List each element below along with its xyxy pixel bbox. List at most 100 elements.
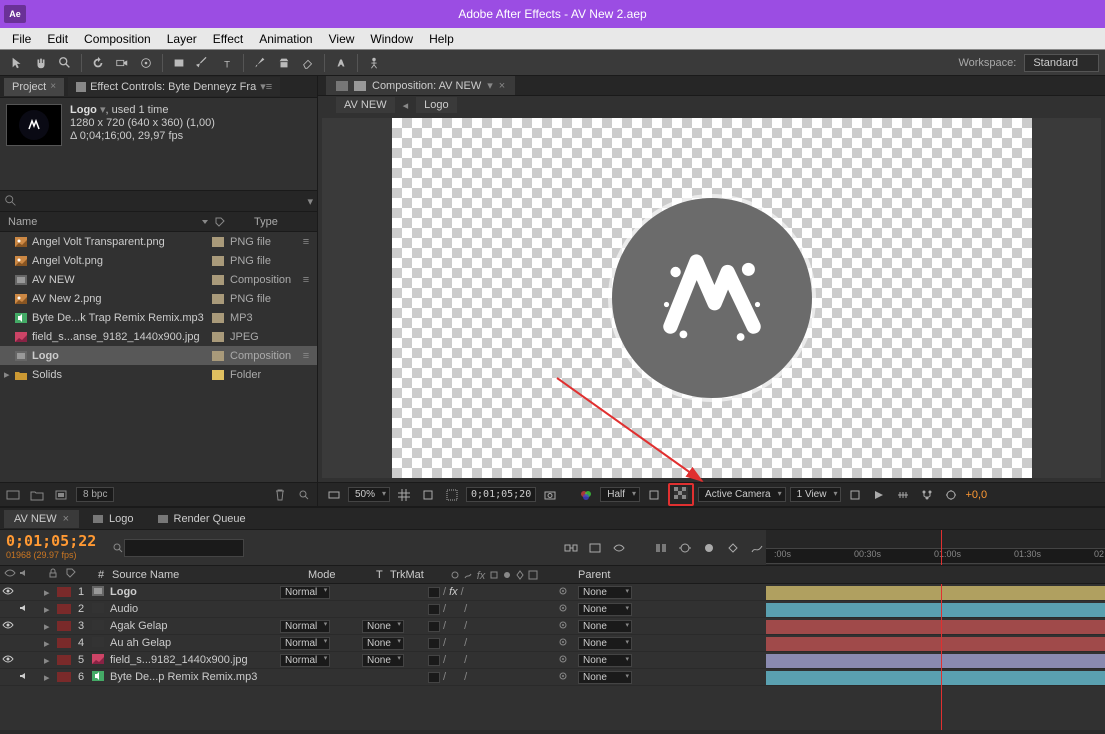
menu-edit[interactable]: Edit <box>39 30 76 48</box>
grid-button[interactable] <box>394 486 414 504</box>
type-tool[interactable]: T <box>216 53 238 73</box>
playhead[interactable] <box>941 530 942 565</box>
project-item[interactable]: LogoComposition≡ <box>0 346 317 365</box>
pen-tool[interactable] <box>192 53 214 73</box>
always-preview-button[interactable] <box>324 486 344 504</box>
rotation-tool[interactable] <box>87 53 109 73</box>
menu-window[interactable]: Window <box>362 30 421 48</box>
menubar: FileEditCompositionLayerEffectAnimationV… <box>0 28 1105 50</box>
views-dropdown[interactable]: 1 View <box>790 487 842 502</box>
brainstorm-button[interactable] <box>700 540 718 556</box>
mask-button[interactable] <box>442 486 462 504</box>
speaker-icon <box>19 568 29 578</box>
breadcrumb-item[interactable]: Logo <box>416 97 456 113</box>
project-item[interactable]: Angel Volt.pngPNG file <box>0 251 317 270</box>
project-item[interactable]: AV NEWComposition≡ <box>0 270 317 289</box>
playhead-line[interactable] <box>941 584 942 730</box>
layer-bar[interactable] <box>766 654 1105 668</box>
menu-composition[interactable]: Composition <box>76 30 159 48</box>
pixel-aspect-button[interactable] <box>845 486 865 504</box>
channel-button[interactable] <box>576 486 596 504</box>
timeline-tab[interactable]: Logo <box>83 510 143 528</box>
draft-3d-button[interactable] <box>586 540 604 556</box>
panel-icon <box>76 82 86 92</box>
layer-bar[interactable] <box>766 603 1105 617</box>
selection-tool[interactable] <box>6 53 28 73</box>
workspace-dropdown[interactable]: Standard <box>1024 54 1099 72</box>
menu-view[interactable]: View <box>321 30 363 48</box>
layer-bar[interactable] <box>766 620 1105 634</box>
frame-blend-button[interactable] <box>652 540 670 556</box>
column-name[interactable]: Name <box>8 216 200 228</box>
zoom-dropdown[interactable]: 50% <box>348 487 390 502</box>
titlebar: Ae Adobe After Effects - AV New 2.aep <box>0 0 1105 28</box>
rectangle-tool[interactable] <box>168 53 190 73</box>
column-type[interactable]: Type <box>254 216 278 228</box>
shy-button[interactable] <box>610 540 628 556</box>
effect-controls-tab[interactable]: Effect Controls: Byte Denneyz Fra▾≡ <box>68 77 280 96</box>
menu-file[interactable]: File <box>4 30 39 48</box>
delete-button[interactable] <box>271 487 289 503</box>
bpc-indicator[interactable]: 8 bpc <box>76 487 114 502</box>
project-item[interactable]: ▸SolidsFolder <box>0 365 317 384</box>
layer-bar[interactable] <box>766 586 1105 600</box>
pan-behind-tool[interactable] <box>135 53 157 73</box>
camera-tool[interactable] <box>111 53 133 73</box>
auto-keyframe-button[interactable] <box>724 540 742 556</box>
graph-editor-button[interactable] <box>748 540 766 556</box>
hand-tool[interactable] <box>30 53 52 73</box>
project-item[interactable]: field_s...anse_9182_1440x900.jpgJPEG <box>0 327 317 346</box>
clone-stamp-tool[interactable] <box>273 53 295 73</box>
sort-icon[interactable] <box>200 217 210 227</box>
roto-brush-tool[interactable] <box>330 53 352 73</box>
zoom-tool[interactable] <box>54 53 76 73</box>
new-folder-button[interactable] <box>28 487 46 503</box>
viewer-controls: 50% 0;01;05;20 Half Active Camera 1 View… <box>318 482 1105 506</box>
camera-dropdown[interactable]: Active Camera <box>698 487 786 502</box>
reset-exposure-button[interactable] <box>941 486 961 504</box>
interpret-footage-button[interactable] <box>4 487 22 503</box>
close-icon[interactable]: × <box>499 80 505 92</box>
project-tab[interactable]: Project× <box>4 78 64 96</box>
motion-blur-button[interactable] <box>676 540 694 556</box>
project-search-input[interactable] <box>18 195 307 207</box>
comp-mini-flowchart-button[interactable] <box>562 540 580 556</box>
brush-tool[interactable] <box>249 53 271 73</box>
composition-viewer[interactable] <box>322 118 1101 478</box>
project-item[interactable]: Angel Volt Transparent.pngPNG file≡ <box>0 232 317 251</box>
menu-help[interactable]: Help <box>421 30 462 48</box>
project-list[interactable]: Angel Volt Transparent.pngPNG file≡Angel… <box>0 232 317 482</box>
menu-layer[interactable]: Layer <box>159 30 205 48</box>
close-icon[interactable]: × <box>50 81 56 92</box>
layer-bar[interactable] <box>766 671 1105 685</box>
timeline-tab[interactable]: Render Queue <box>148 510 256 528</box>
timeline-tab[interactable]: AV NEW× <box>4 510 79 528</box>
layer-bar[interactable] <box>766 637 1105 651</box>
exposure-value[interactable]: +0,0 <box>965 489 987 501</box>
search-footer-button[interactable] <box>295 487 313 503</box>
guides-button[interactable] <box>418 486 438 504</box>
puppet-tool[interactable] <box>363 53 385 73</box>
menu-animation[interactable]: Animation <box>251 30 320 48</box>
timeline-panel: AV NEW×LogoRender Queue 0;01;05;22 01968… <box>0 506 1105 730</box>
new-comp-button[interactable] <box>52 487 70 503</box>
project-item[interactable]: AV New 2.pngPNG file <box>0 289 317 308</box>
roi-button[interactable] <box>644 486 664 504</box>
project-item[interactable]: Byte De...k Trap Remix Remix.mp3MP3 <box>0 308 317 327</box>
dropdown-icon[interactable]: ▾ <box>307 195 313 208</box>
eraser-tool[interactable] <box>297 53 319 73</box>
breadcrumb-item[interactable]: AV NEW <box>336 97 395 113</box>
timeline-timecode[interactable]: 0;01;05;22 <box>6 532 100 550</box>
timeline-ruler[interactable]: :00s00:30s01:00s01:30s02 <box>766 530 1105 565</box>
fast-preview-button[interactable] <box>869 486 889 504</box>
menu-effect[interactable]: Effect <box>205 30 251 48</box>
timeline-layers[interactable]: ▸ 1 Logo Normal /fx/ None ▸ 2 Audio // N… <box>0 584 1105 730</box>
current-time[interactable]: 0;01;05;20 <box>466 487 536 502</box>
snapshot-button[interactable] <box>540 486 560 504</box>
transparency-grid-button[interactable] <box>668 483 694 506</box>
timeline-button[interactable] <box>893 486 913 504</box>
comp-flowchart-button[interactable] <box>917 486 937 504</box>
timeline-search-input[interactable] <box>124 539 244 557</box>
composition-tab[interactable]: Composition: AV NEW ▾ × <box>326 76 515 95</box>
resolution-dropdown[interactable]: Half <box>600 487 640 502</box>
